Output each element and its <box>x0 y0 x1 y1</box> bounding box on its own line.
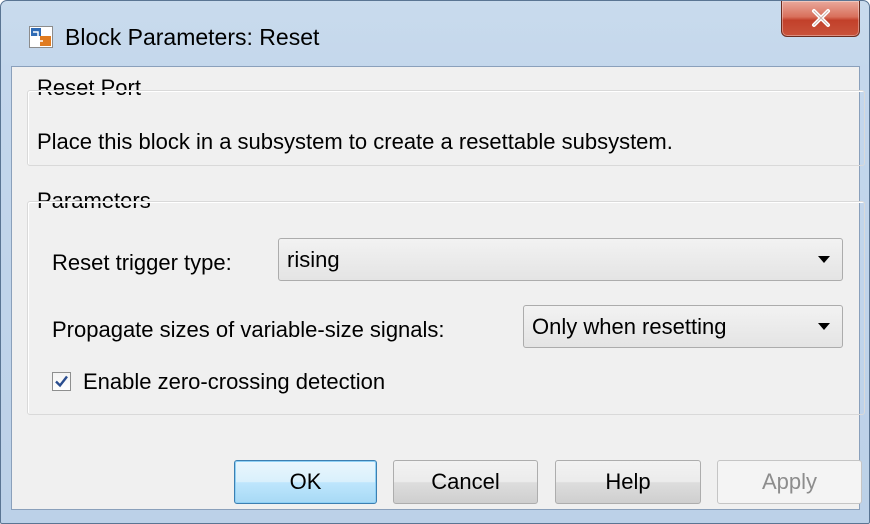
propagate-sizes-label: Propagate sizes of variable-size signals… <box>52 317 445 342</box>
reset-port-description: Place this block in a subsystem to creat… <box>37 129 673 154</box>
help-button[interactable]: Help <box>555 460 701 504</box>
reset-trigger-type-label: Reset trigger type: <box>52 250 232 275</box>
simulink-block-icon <box>29 26 53 48</box>
reset-trigger-type-select[interactable]: rising <box>278 238 843 281</box>
propagate-sizes-value: Only when resetting <box>532 314 727 339</box>
propagate-sizes-select[interactable]: Only when resetting <box>523 305 843 348</box>
dialog-window: Block Parameters: Reset Reset Port Place… <box>0 0 870 524</box>
cancel-button[interactable]: Cancel <box>393 460 538 504</box>
apply-button: Apply <box>717 460 862 504</box>
title-bar[interactable]: Block Parameters: Reset <box>1 1 869 67</box>
dropdown-arrow-icon <box>818 256 830 263</box>
reset-trigger-type-value: rising <box>287 247 340 272</box>
close-icon <box>812 9 830 27</box>
close-button[interactable] <box>781 1 860 37</box>
ok-button[interactable]: OK <box>234 460 377 504</box>
dropdown-arrow-icon <box>818 323 830 330</box>
checkmark-icon <box>55 375 68 388</box>
zero-crossing-label[interactable]: Enable zero-crossing detection <box>83 369 385 395</box>
zero-crossing-checkbox[interactable] <box>52 372 71 391</box>
window-title: Block Parameters: Reset <box>65 24 320 50</box>
dialog-content: Reset Port Place this block in a subsyst… <box>11 66 865 510</box>
